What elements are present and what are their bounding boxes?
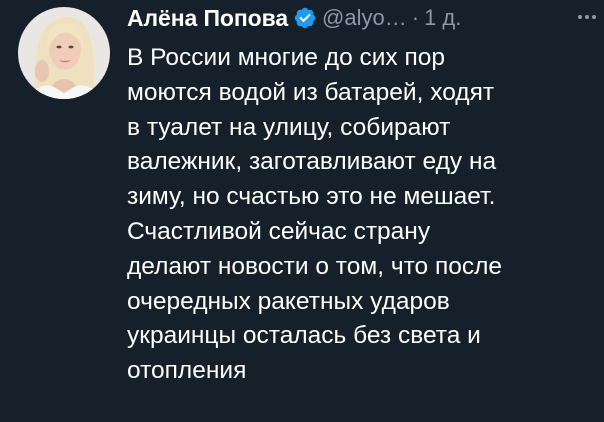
tweet-text-line: моются водой из батарей, ходят <box>127 78 495 106</box>
verified-badge-icon <box>293 6 317 30</box>
tweet-text-line: украинцы осталась без света и <box>127 322 481 350</box>
author-handle[interactable]: @alyo… <box>322 5 407 31</box>
tweet-text-line: зиму, но счастью это не мешает. <box>127 183 496 211</box>
tweet-text-line: Счастливой сейчас страну <box>127 217 431 245</box>
time-separator: · <box>411 5 420 30</box>
tweet-header: Алёна Попова @alyo… · 1 д. <box>127 2 604 34</box>
tweet[interactable]: Алёна Попова @alyo… · 1 д. В России мног… <box>0 0 604 422</box>
more-dot <box>592 15 596 19</box>
tweet-text-line: делают новости о том, что после <box>127 252 503 280</box>
more-dot <box>578 15 582 19</box>
more-dot <box>585 15 589 19</box>
tweet-text-line: очередных ракетных ударов <box>127 287 450 315</box>
tweet-time[interactable]: 1 д. <box>424 5 461 31</box>
tweet-text-line: в туалет на улицу, собирают <box>127 113 451 141</box>
more-horizontal-icon[interactable] <box>578 2 596 32</box>
author-name[interactable]: Алёна Попова <box>127 5 288 32</box>
tweet-text: В России многие до сих пор моются водой … <box>127 41 597 389</box>
avatar-image <box>18 7 110 99</box>
avatar[interactable] <box>18 7 110 99</box>
tweet-text-line: валежник, заготавливают еду на <box>127 148 497 176</box>
tweet-text-line: отопления <box>127 357 247 385</box>
tweet-text-line: В России многие до сих пор <box>127 44 446 71</box>
